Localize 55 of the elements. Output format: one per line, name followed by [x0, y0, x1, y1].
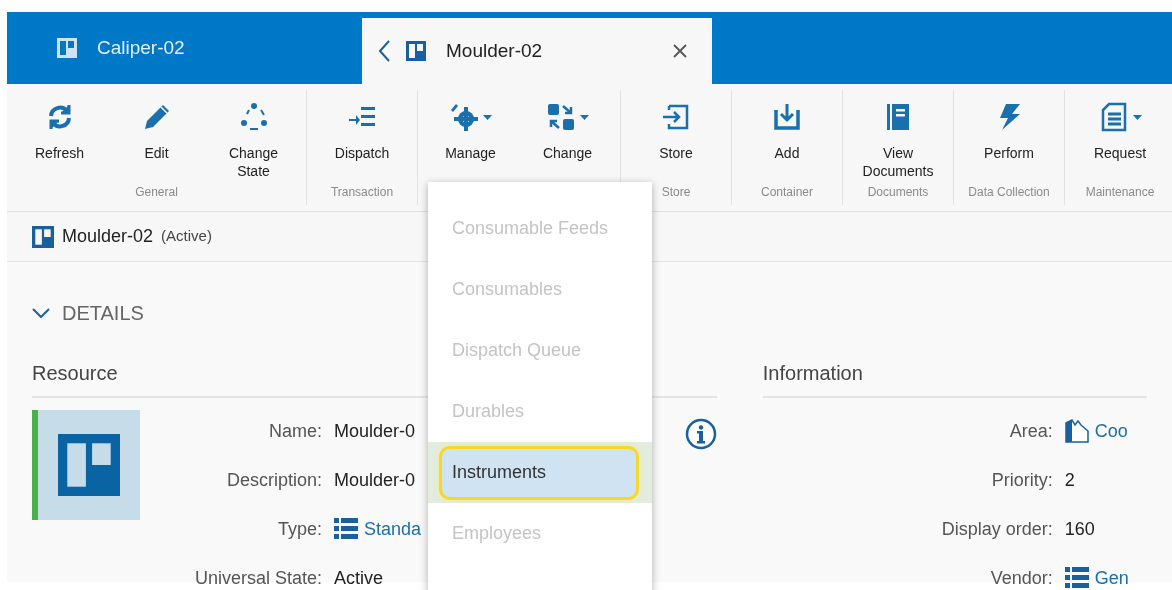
- group-label: General: [135, 184, 178, 199]
- back-chevron-icon[interactable]: [378, 40, 390, 62]
- field-label: Universal State:: [193, 566, 323, 590]
- field-label: Priority:: [990, 468, 1054, 492]
- field-value: Active: [334, 566, 384, 590]
- resource-state: (Active): [161, 226, 212, 247]
- close-icon[interactable]: [672, 43, 688, 59]
- field-value: 2: [1064, 468, 1075, 492]
- chevron-icon[interactable]: [32, 308, 50, 318]
- swap-arrows-icon: [546, 102, 576, 132]
- link[interactable]: Standa: [364, 515, 422, 543]
- subsection-title: Information: [762, 358, 1147, 398]
- group-label: Maintenance: [1085, 184, 1155, 199]
- link[interactable]: Gen: [1094, 564, 1129, 590]
- toolbar-button[interactable]: Add: [736, 96, 838, 183]
- list-icon: [1064, 567, 1089, 589]
- field-label: Vendor:: [989, 566, 1054, 590]
- group-label: Store: [661, 184, 691, 199]
- group-label: Container: [761, 184, 813, 199]
- link[interactable]: Coo: [1094, 417, 1128, 445]
- field-value: 160: [1064, 517, 1095, 541]
- board-icon: [57, 38, 77, 58]
- tab[interactable]: Moulder-02: [362, 18, 712, 84]
- toolbar-button[interactable]: Perform: [958, 96, 1060, 183]
- field-label: Type:: [276, 517, 323, 541]
- toolbar-button[interactable]: Change State: [205, 96, 302, 183]
- list-icon: [334, 518, 358, 540]
- tab-label: Moulder-02: [446, 38, 544, 63]
- board-icon: [32, 225, 54, 248]
- toolbar-button[interactable]: Change: [519, 96, 616, 183]
- arrow-into-box-icon: [661, 102, 691, 132]
- field-label: Area:: [1008, 419, 1054, 443]
- toolbar-button[interactable]: Request: [1069, 96, 1171, 183]
- board-icon: [58, 434, 120, 496]
- tab-label: Caliper-02: [97, 35, 186, 60]
- board-icon: [406, 41, 426, 61]
- group-label: Data Collection: [968, 184, 1050, 199]
- field-label: Name:: [268, 419, 323, 443]
- building-icon: [1064, 419, 1089, 443]
- download-tray-icon: [772, 102, 802, 132]
- info-icon[interactable]: [684, 418, 717, 450]
- group-label: Documents: [867, 184, 929, 199]
- toolbar-button[interactable]: Dispatch: [311, 96, 413, 183]
- toolbar-button[interactable]: View Documents: [847, 96, 949, 183]
- field-label: Description:: [225, 468, 323, 492]
- field-value: Moulder-0: [334, 468, 416, 492]
- field-value: Moulder-0: [334, 419, 416, 443]
- toolbar-button[interactable]: Edit: [108, 96, 205, 183]
- group-label: Transaction: [330, 184, 394, 199]
- toolbar-button[interactable]: Store: [625, 96, 727, 183]
- resource-name: Moulder-02: [62, 225, 154, 248]
- menu-item[interactable]: Instruments: [442, 448, 636, 497]
- toolbar-button[interactable]: Refresh: [11, 96, 108, 183]
- section-title: DETAILS: [62, 301, 144, 326]
- field-label: Display order:: [940, 517, 1054, 541]
